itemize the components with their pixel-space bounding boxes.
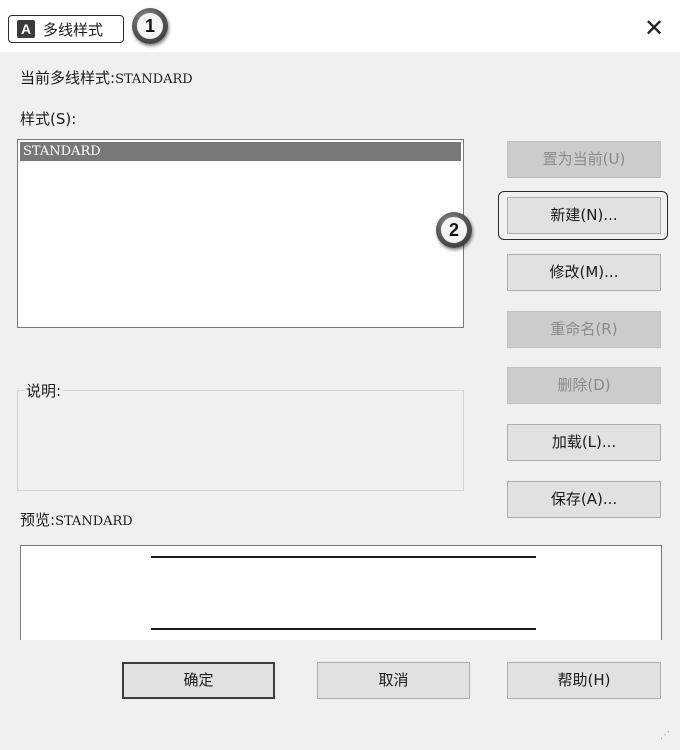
description-group (17, 390, 464, 491)
set-current-button[interactable]: 置为当前(U) (507, 141, 661, 178)
styles-listbox[interactable]: STANDARD (17, 139, 464, 328)
preview-line-bottom (151, 628, 536, 630)
current-style-label: 当前多线样式: (20, 69, 116, 87)
ok-button[interactable]: 确定 (122, 662, 275, 699)
title-chip: A 多线样式 (8, 15, 124, 43)
current-style-value: STANDARD (115, 72, 193, 87)
preview-line-top (151, 556, 536, 558)
title-bar: A 多线样式 1 ✕ (0, 0, 680, 52)
annotation-marker-1: 1 (132, 8, 168, 44)
annotation-marker-2: 2 (436, 212, 472, 248)
close-button[interactable]: ✕ (636, 12, 672, 44)
description-label: 说明: (24, 380, 64, 401)
multiline-style-dialog: A 多线样式 1 ✕ 当前多线样式:STANDARD 样式(S): STANDA… (0, 0, 680, 750)
list-item-standard[interactable]: STANDARD (20, 142, 461, 161)
help-button[interactable]: 帮助(H) (507, 662, 661, 699)
annotation-marker-1-label: 1 (137, 13, 163, 39)
load-button[interactable]: 加载(L)... (507, 424, 661, 461)
styles-label: 样式(S): (20, 110, 77, 128)
resize-grip-icon[interactable]: ⋰ (660, 730, 674, 744)
delete-button[interactable]: 删除(D) (507, 367, 661, 404)
cancel-button[interactable]: 取消 (317, 662, 470, 699)
preview-row: 预览:STANDARD (20, 509, 133, 530)
new-button[interactable]: 新建(N)... (507, 197, 661, 234)
annotation-marker-2-label: 2 (441, 217, 467, 243)
current-style-row: 当前多线样式:STANDARD (20, 67, 193, 88)
rename-button[interactable]: 重命名(R) (507, 311, 661, 348)
modify-button[interactable]: 修改(M)... (507, 254, 661, 291)
save-button[interactable]: 保存(A)... (507, 481, 661, 518)
autocad-app-icon: A (17, 20, 35, 38)
preview-pane (20, 545, 662, 640)
window-title: 多线样式 (43, 20, 104, 39)
preview-label: 预览: (20, 511, 56, 529)
preview-style-name: STANDARD (55, 514, 133, 529)
